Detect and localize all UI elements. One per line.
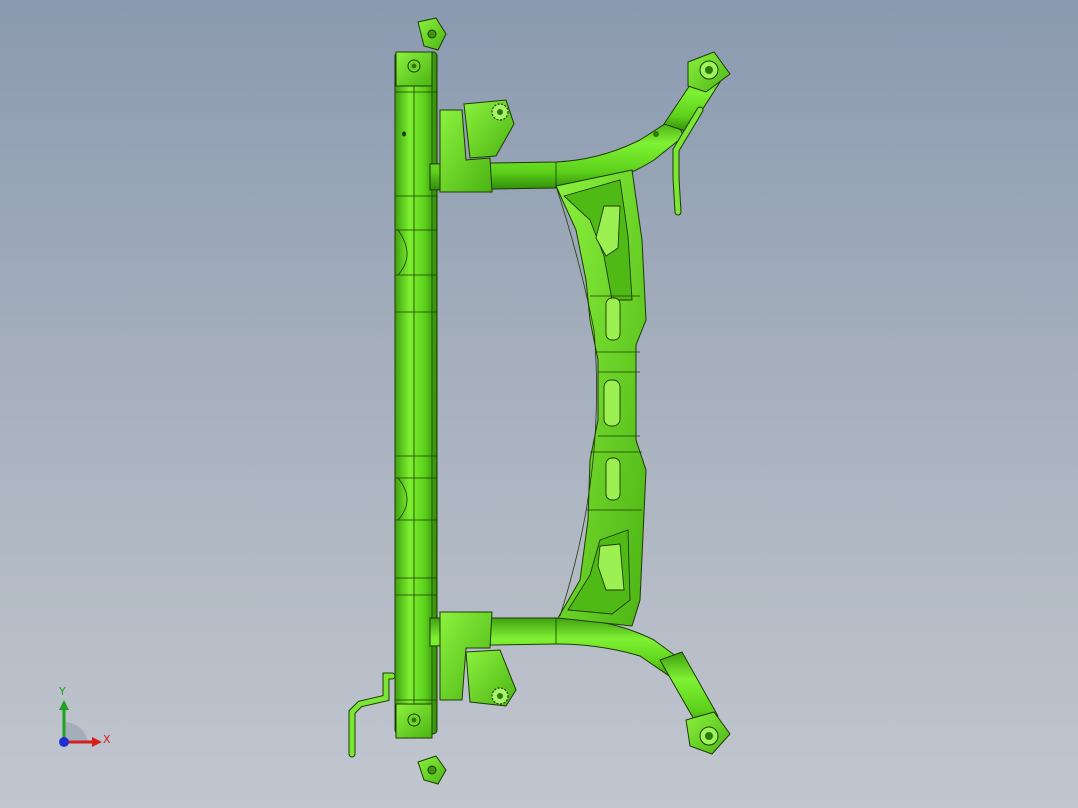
left-bottom-bracket bbox=[395, 703, 447, 785]
right-side-rail[interactable] bbox=[555, 169, 647, 627]
subframe-model[interactable] bbox=[0, 0, 1078, 808]
coordinate-triad: Y X bbox=[50, 686, 120, 756]
graphics-viewport[interactable]: Y X bbox=[0, 0, 1078, 808]
axis-x-label: X bbox=[103, 733, 111, 746]
left-top-bracket bbox=[395, 17, 447, 87]
lower-right-bushing bbox=[685, 711, 731, 755]
upper-right-bushing bbox=[687, 51, 731, 93]
left-brake-pipe bbox=[348, 672, 396, 758]
axis-y-label: Y bbox=[59, 685, 66, 698]
